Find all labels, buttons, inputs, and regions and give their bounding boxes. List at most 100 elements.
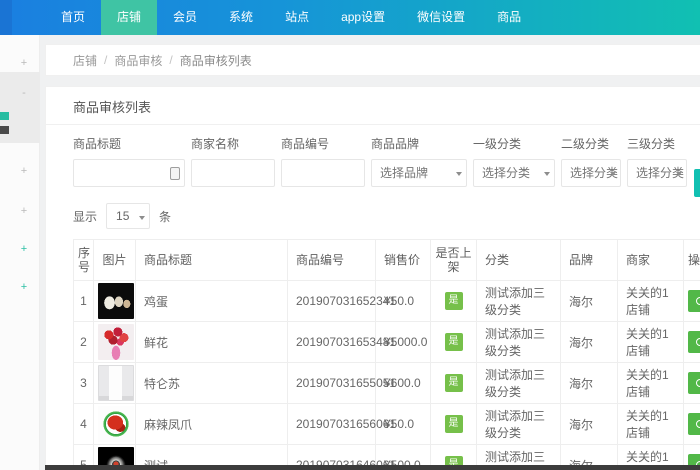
cell-image [93, 403, 136, 445]
filter-input-field-1[interactable] [192, 160, 274, 186]
nav-item-2[interactable]: 会员 [157, 0, 213, 35]
cell-index: 2 [73, 321, 94, 363]
cell-image [93, 362, 136, 404]
sidebar-expand-icon-4[interactable]: + [18, 243, 30, 255]
nav-item-0[interactable]: 首页 [45, 0, 101, 35]
page-size-select[interactable]: 15 [106, 203, 151, 229]
cell-sn: 201907031655051 [287, 362, 396, 404]
cell-sn: 201907031652341 [287, 280, 396, 322]
sidebar-expand-icon-5[interactable]: + [18, 281, 30, 293]
breadcrumb-separator: / [104, 53, 108, 67]
breadcrumb-segment-0[interactable]: 店铺 [73, 52, 97, 69]
product-image-eggs [98, 283, 134, 319]
magnifier-icon [696, 378, 700, 388]
admin-app-window: 首页 店铺 会员 系统 站点 app设置 微信设置 商品 + - + + + + 店铺 / 商品审核 / 商品审… [0, 0, 700, 470]
breadcrumb: 店铺 / 商品审核 / 商品审核列表 [45, 44, 700, 76]
filter-label-2: 商品编号 [281, 137, 330, 151]
logo-strip [0, 0, 12, 35]
magnifier-icon [696, 296, 700, 306]
chevron-down-icon [544, 172, 550, 176]
col-header-category: 分类 [476, 239, 561, 281]
nav-item-3[interactable]: 系统 [213, 0, 269, 35]
col-header-actions: 操作 [683, 239, 700, 281]
sidebar-expand-icon-3[interactable]: + [18, 205, 30, 217]
cell-title: 鲜花 [135, 321, 288, 363]
filter-4: 一级分类选择分类 [473, 135, 555, 187]
table-header-row: 序号图片商品标题商品编号销售价是否上架分类品牌商家操作 [73, 239, 700, 281]
filter-label-4: 一级分类 [473, 137, 522, 151]
filter-input-field-0[interactable] [74, 160, 184, 186]
chevron-down-icon [139, 216, 146, 220]
cell-on-shelf: 是 [430, 403, 477, 445]
col-header-brand: 品牌 [560, 239, 618, 281]
sidebar-partial-icon [0, 126, 9, 134]
magnifier-icon [696, 337, 700, 347]
breadcrumb-segment-1[interactable]: 商品审核 [114, 52, 162, 69]
filter-select-value-4: 选择分类 [482, 166, 531, 180]
audit-button[interactable]: 审核 [688, 331, 700, 353]
cell-price: ¥50.0 [375, 403, 431, 445]
nav-item-7[interactable]: 商品 [481, 0, 537, 35]
product-image-flowers [98, 324, 134, 360]
sidebar-expand-icon-1[interactable]: - [18, 87, 30, 99]
product-image-milk [98, 365, 134, 401]
audit-button[interactable]: 审核 [688, 372, 700, 394]
filter-label-3: 商品品牌 [371, 137, 420, 151]
nav-item-1[interactable]: 店铺 [101, 0, 158, 35]
table-container: 序号图片商品标题商品编号销售价是否上架分类品牌商家操作1鸡蛋2019070316… [73, 239, 700, 470]
field-adornment-icon [170, 167, 180, 180]
cell-brand: 海尔 [560, 362, 618, 404]
audit-button[interactable]: 审核 [688, 413, 700, 435]
filter-1: 商家名称 [191, 135, 275, 187]
horizontal-scrollbar[interactable] [45, 465, 700, 470]
cell-brand: 海尔 [560, 321, 618, 363]
filter-select-5[interactable]: 选择分类 [561, 159, 621, 187]
sidebar-active-group[interactable] [0, 72, 40, 143]
filter-input-0 [73, 159, 185, 187]
cell-category: 测试添加三级分类 [476, 280, 561, 322]
col-header-shop: 商家 [617, 239, 684, 281]
table-row: 1 鸡蛋 201907031652341 ¥50.0 是测试添加三级分类 海尔 关关的1店铺… [73, 280, 700, 322]
filter-select-4[interactable]: 选择分类 [473, 159, 555, 187]
col-header-image: 图片 [93, 239, 136, 281]
cell-index: 1 [73, 280, 94, 322]
cell-price: ¥5000.0 [375, 321, 431, 363]
filter-select-value-3: 选择品牌 [380, 166, 429, 180]
cell-category: 测试添加三级分类 [476, 321, 561, 363]
product-image-claws [98, 406, 134, 442]
nav-item-5[interactable]: app设置 [325, 0, 401, 35]
magnifier-icon [696, 419, 700, 429]
cell-sn: 201907031656061 [287, 403, 396, 445]
filter-select-3[interactable]: 选择品牌 [371, 159, 467, 187]
sidebar-expand-icon-2[interactable]: + [18, 165, 30, 177]
filter-5: 二级分类 选择分类 [561, 135, 621, 187]
sidebar-expand-icon-0[interactable]: + [18, 57, 30, 69]
filter-input-2 [281, 159, 365, 187]
breadcrumb-segment-2: 商品审核列表 [179, 53, 252, 68]
filter-3: 商品品牌选择品牌 [371, 135, 467, 187]
filter-input-field-2[interactable] [282, 160, 364, 186]
chevron-down-icon [676, 172, 682, 176]
cell-title: 麻辣凤爪 [135, 403, 288, 445]
sidebar-partial-icon [0, 112, 9, 120]
filter-0: 商品标题 [73, 135, 185, 187]
cell-on-shelf: 是 [430, 362, 477, 404]
cell-shop: 关关的1店铺 [617, 362, 684, 404]
audit-button[interactable]: 审核 [688, 290, 700, 312]
col-header-on-shelf: 是否上架 [430, 239, 477, 281]
search-button[interactable] [694, 169, 700, 197]
on-shelf-badge: 是 [444, 415, 463, 433]
breadcrumb-separator: / [169, 53, 173, 67]
cell-index: 3 [73, 362, 94, 404]
cell-brand: 海尔 [560, 280, 618, 322]
filter-select-6[interactable]: 选择分类 [627, 159, 687, 187]
nav-item-4[interactable]: 站点 [269, 0, 325, 35]
nav-item-6[interactable]: 微信设置 [401, 0, 481, 35]
cell-index: 4 [73, 403, 94, 445]
cell-actions: 审核 [683, 280, 700, 322]
col-header-index: 序号 [73, 239, 94, 281]
cell-sn: 201907031653481 [287, 321, 396, 363]
col-header-price: 销售价 [375, 239, 431, 281]
on-shelf-badge: 是 [444, 292, 463, 310]
col-header-sn: 商品编号 [287, 239, 376, 281]
